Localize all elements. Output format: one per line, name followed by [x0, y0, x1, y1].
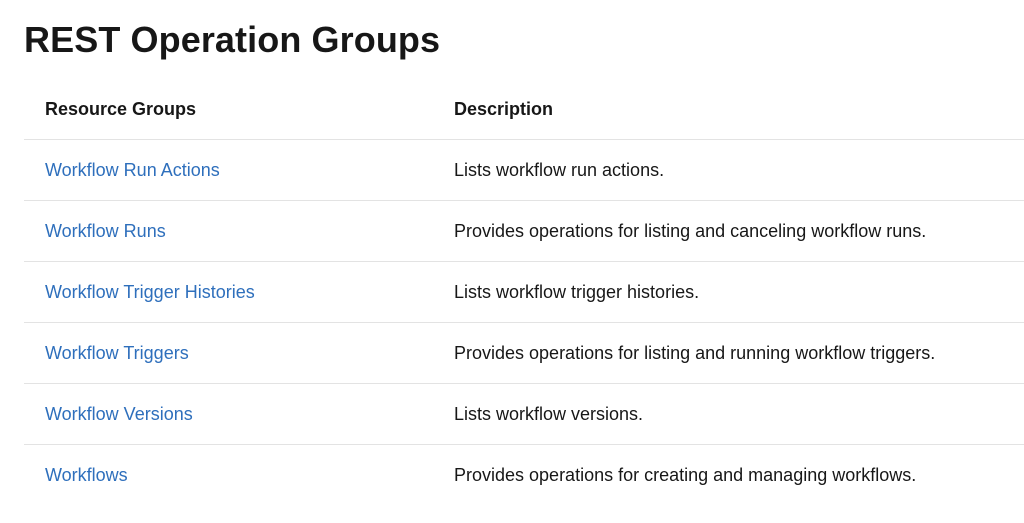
description-cell: Lists workflow versions.	[433, 383, 1024, 445]
description-cell: Provides operations for listing and runn…	[433, 322, 1024, 384]
resource-group-cell: Workflow Run Actions	[24, 139, 433, 201]
resource-group-link-workflow-run-actions[interactable]: Workflow Run Actions	[45, 160, 220, 180]
resource-group-link-workflow-trigger-histories[interactable]: Workflow Trigger Histories	[45, 282, 255, 302]
resource-group-cell: Workflow Trigger Histories	[24, 261, 433, 323]
table-row: Workflows Provides operations for creati…	[24, 445, 1024, 506]
resource-group-cell: Workflows	[24, 445, 433, 506]
resource-group-link-workflow-triggers[interactable]: Workflow Triggers	[45, 343, 189, 363]
description-cell: Provides operations for creating and man…	[454, 464, 917, 485]
resource-group-cell: Workflow Triggers	[24, 322, 433, 384]
table-header-row: Resource Groups Description	[24, 80, 1024, 140]
resource-group-link-workflow-versions[interactable]: Workflow Versions	[45, 404, 193, 424]
page-title: REST Operation Groups	[24, 19, 441, 60]
table-row: Workflow Run Actions Lists workflow run …	[24, 139, 1024, 201]
column-header-description: Description	[433, 80, 1024, 140]
resource-group-link-workflows[interactable]: Workflows	[45, 465, 128, 485]
operation-groups-table: Resource Groups Description Workflow Run…	[24, 80, 1024, 505]
resource-group-cell: Workflow Versions	[24, 383, 433, 445]
column-header-resource-groups: Resource Groups	[24, 80, 433, 140]
table-row: Workflow Runs Provides operations for li…	[24, 200, 1024, 262]
table-row: Workflow Trigger Histories Lists workflo…	[24, 261, 1024, 323]
description-cell: Lists workflow trigger histories.	[433, 261, 1024, 323]
resource-group-cell: Workflow Runs	[24, 200, 433, 262]
description-cell: Provides operations for listing and canc…	[433, 200, 1024, 262]
page: REST Operation Groups Resource Groups De…	[0, 0, 1024, 523]
table-row: Workflow Triggers Provides operations fo…	[24, 322, 1024, 384]
description-cell: Lists workflow run actions.	[433, 139, 1024, 201]
table-row: Workflow Versions Lists workflow version…	[24, 383, 1024, 445]
resource-group-link-workflow-runs[interactable]: Workflow Runs	[45, 221, 166, 241]
